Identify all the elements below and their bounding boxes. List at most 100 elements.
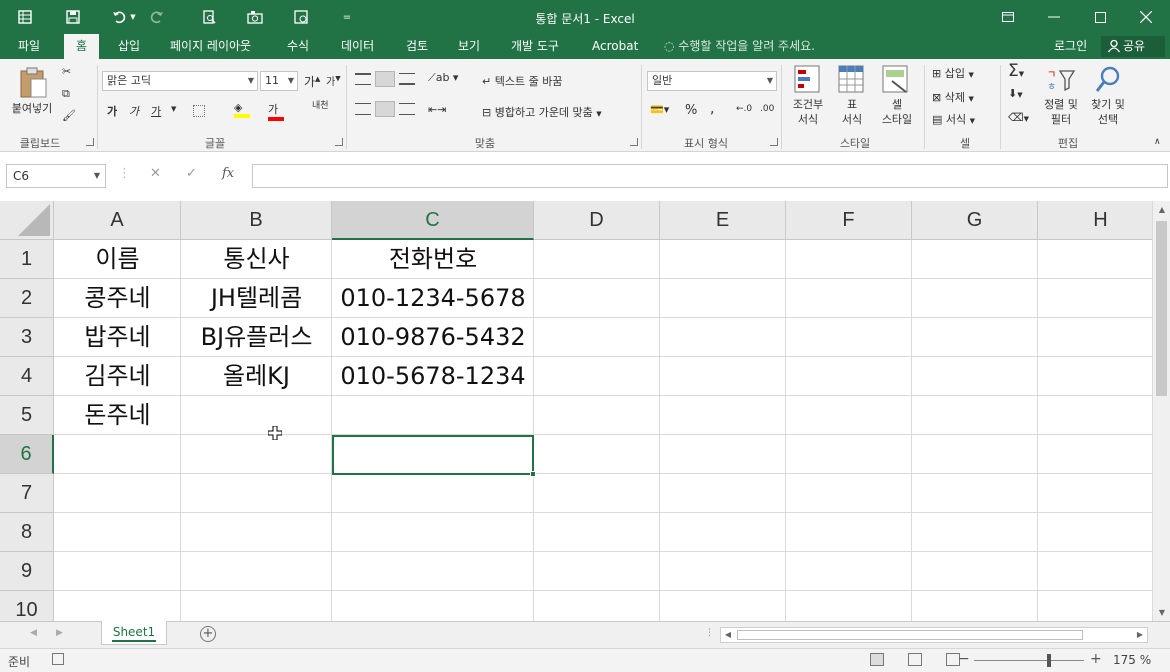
fill-icon[interactable]: ⬇▼: [1008, 87, 1023, 100]
enter-icon[interactable]: ✓: [186, 166, 197, 181]
orientation-icon[interactable]: ⟋ab ▾: [428, 71, 458, 85]
column-header-c[interactable]: C: [332, 201, 534, 240]
percent-button[interactable]: %: [685, 103, 697, 118]
vertical-scrollbar[interactable]: ▲ ▼: [1152, 201, 1170, 621]
column-header-g[interactable]: G: [912, 201, 1038, 240]
cancel-icon[interactable]: ✕: [150, 166, 161, 181]
vertical-scroll-thumb[interactable]: [1156, 221, 1167, 396]
page-layout-view-icon[interactable]: [908, 653, 922, 666]
tab-page-layout[interactable]: 페이지 레이아웃: [162, 34, 259, 59]
increase-decimal-button[interactable]: ←.0: [736, 104, 752, 114]
cell-c5[interactable]: [332, 396, 534, 435]
copy-icon[interactable]: ⧉: [62, 87, 70, 101]
cut-icon[interactable]: ✂: [62, 65, 71, 78]
scroll-left-icon[interactable]: ◀: [721, 630, 735, 639]
alignment-launcher-icon[interactable]: [630, 138, 638, 146]
cell-a1[interactable]: 이름: [54, 240, 181, 279]
delete-cells-button[interactable]: ⊠ 삭제 ▼: [932, 89, 974, 105]
column-header-h[interactable]: H: [1038, 201, 1152, 240]
macro-record-icon[interactable]: [52, 653, 64, 665]
align-right-icon[interactable]: [399, 103, 415, 115]
horizontal-scroll-thumb[interactable]: [737, 630, 1083, 640]
align-top-icon[interactable]: [355, 73, 371, 85]
active-cell-c6[interactable]: [332, 435, 536, 477]
conditional-format-button[interactable]: 조건부 서식: [786, 63, 830, 133]
tab-formulas[interactable]: 수식: [279, 34, 317, 59]
close-icon[interactable]: [1123, 4, 1169, 30]
cell-b2[interactable]: JH텔레콤: [181, 279, 332, 318]
shrink-font-button[interactable]: 가▼: [326, 73, 341, 88]
cell-styles-button[interactable]: 셀 스타일: [874, 63, 920, 133]
ribbon-display-options-icon[interactable]: [985, 4, 1031, 30]
column-header-a[interactable]: A: [54, 201, 181, 240]
column-header-b[interactable]: B: [181, 201, 332, 240]
autosum-icon[interactable]: Σ▼: [1008, 61, 1024, 81]
cell-c3[interactable]: 010-9876-5432: [332, 318, 534, 357]
collapse-ribbon-icon[interactable]: ∧: [1154, 137, 1161, 147]
prev-sheet-icon[interactable]: ◀: [30, 628, 37, 638]
row-header-4[interactable]: 4: [0, 357, 54, 396]
decrease-decimal-button[interactable]: .00: [760, 104, 774, 114]
formula-input[interactable]: [252, 164, 1168, 188]
zoom-out-icon[interactable]: −: [958, 651, 970, 667]
sort-filter-button[interactable]: ㄱㅎ 정렬 및 필터: [1038, 63, 1084, 133]
clear-icon[interactable]: ⌫▼: [1008, 111, 1029, 124]
tab-data[interactable]: 데이터: [333, 34, 382, 59]
accounting-format-icon[interactable]: 💳▾: [650, 103, 669, 116]
cell-a4[interactable]: 김주네: [54, 357, 181, 396]
fill-handle[interactable]: [530, 471, 536, 477]
minimize-icon[interactable]: [1031, 4, 1077, 30]
bold-button[interactable]: 가: [107, 103, 117, 119]
insert-function-icon[interactable]: fx: [222, 166, 234, 181]
tab-acrobat[interactable]: Acrobat: [584, 34, 646, 59]
comma-button[interactable]: ,: [710, 101, 714, 117]
share-button[interactable]: 공유: [1101, 36, 1165, 57]
add-sheet-icon[interactable]: +: [200, 626, 216, 642]
scroll-right-icon[interactable]: ▶: [1133, 630, 1147, 639]
cell-b4[interactable]: 올레KJ: [181, 357, 332, 396]
column-header-d[interactable]: D: [534, 201, 660, 240]
column-header-e[interactable]: E: [660, 201, 786, 240]
cell-a2[interactable]: 콩주네: [54, 279, 181, 318]
zoom-in-icon[interactable]: +: [1090, 651, 1102, 667]
zoom-slider[interactable]: [974, 660, 1084, 661]
normal-view-icon[interactable]: [870, 653, 884, 666]
align-bottom-icon[interactable]: [399, 73, 415, 85]
tab-view[interactable]: 보기: [450, 34, 488, 59]
scroll-down-icon[interactable]: ▼: [1153, 608, 1170, 617]
tab-review[interactable]: 검토: [398, 34, 436, 59]
align-center-icon[interactable]: [375, 101, 395, 117]
insert-cells-button[interactable]: ⊞ 삽입 ▼: [932, 65, 974, 81]
row-header-1[interactable]: 1: [0, 240, 54, 279]
row-header-5[interactable]: 5: [0, 396, 54, 435]
zoom-level[interactable]: 175 %: [1113, 653, 1151, 667]
tab-home[interactable]: 홈: [64, 34, 100, 59]
sheet-tab-sheet1[interactable]: Sheet1: [101, 621, 167, 645]
format-as-table-button[interactable]: 표 서식: [832, 63, 872, 133]
font-color-button[interactable]: 가: [268, 101, 284, 121]
sign-in-link[interactable]: 로그인: [1054, 34, 1087, 59]
next-sheet-icon[interactable]: ▶: [56, 628, 63, 638]
paste-button[interactable]: 붙여넣기: [6, 63, 58, 129]
align-middle-icon[interactable]: [375, 71, 395, 87]
phonetic-button[interactable]: 내천: [312, 101, 329, 111]
cell-b5[interactable]: [181, 396, 332, 435]
wrap-text-button[interactable]: ↵ 텍스트 줄 바꿈: [482, 73, 562, 89]
row-header-6[interactable]: 6: [0, 435, 54, 474]
row-header-10[interactable]: 10: [0, 591, 54, 621]
horizontal-scrollbar[interactable]: ◀ ▶: [720, 627, 1148, 643]
format-painter-icon[interactable]: 🖌: [62, 109, 76, 122]
indent-icon[interactable]: ⇤⇥: [428, 103, 446, 116]
name-box[interactable]: C6 ▼: [6, 164, 106, 188]
row-header-9[interactable]: 9: [0, 552, 54, 591]
cell-b3[interactable]: BJ유플러스: [181, 318, 332, 357]
tell-me-search[interactable]: ◌ 수행할 작업을 알려 주세요.: [664, 34, 815, 59]
merge-center-button[interactable]: ⊟ 병합하고 가운데 맞춤 ▼: [482, 104, 602, 120]
row-header-3[interactable]: 3: [0, 318, 54, 357]
cell-c1[interactable]: 전화번호: [332, 240, 534, 279]
italic-button[interactable]: 가: [129, 103, 139, 119]
tab-splitter-icon[interactable]: ⋮: [705, 628, 714, 638]
cell-c2[interactable]: 010-1234-5678: [332, 279, 534, 318]
chevron-down-icon[interactable]: ▼: [171, 105, 176, 113]
maximize-icon[interactable]: [1077, 4, 1123, 30]
